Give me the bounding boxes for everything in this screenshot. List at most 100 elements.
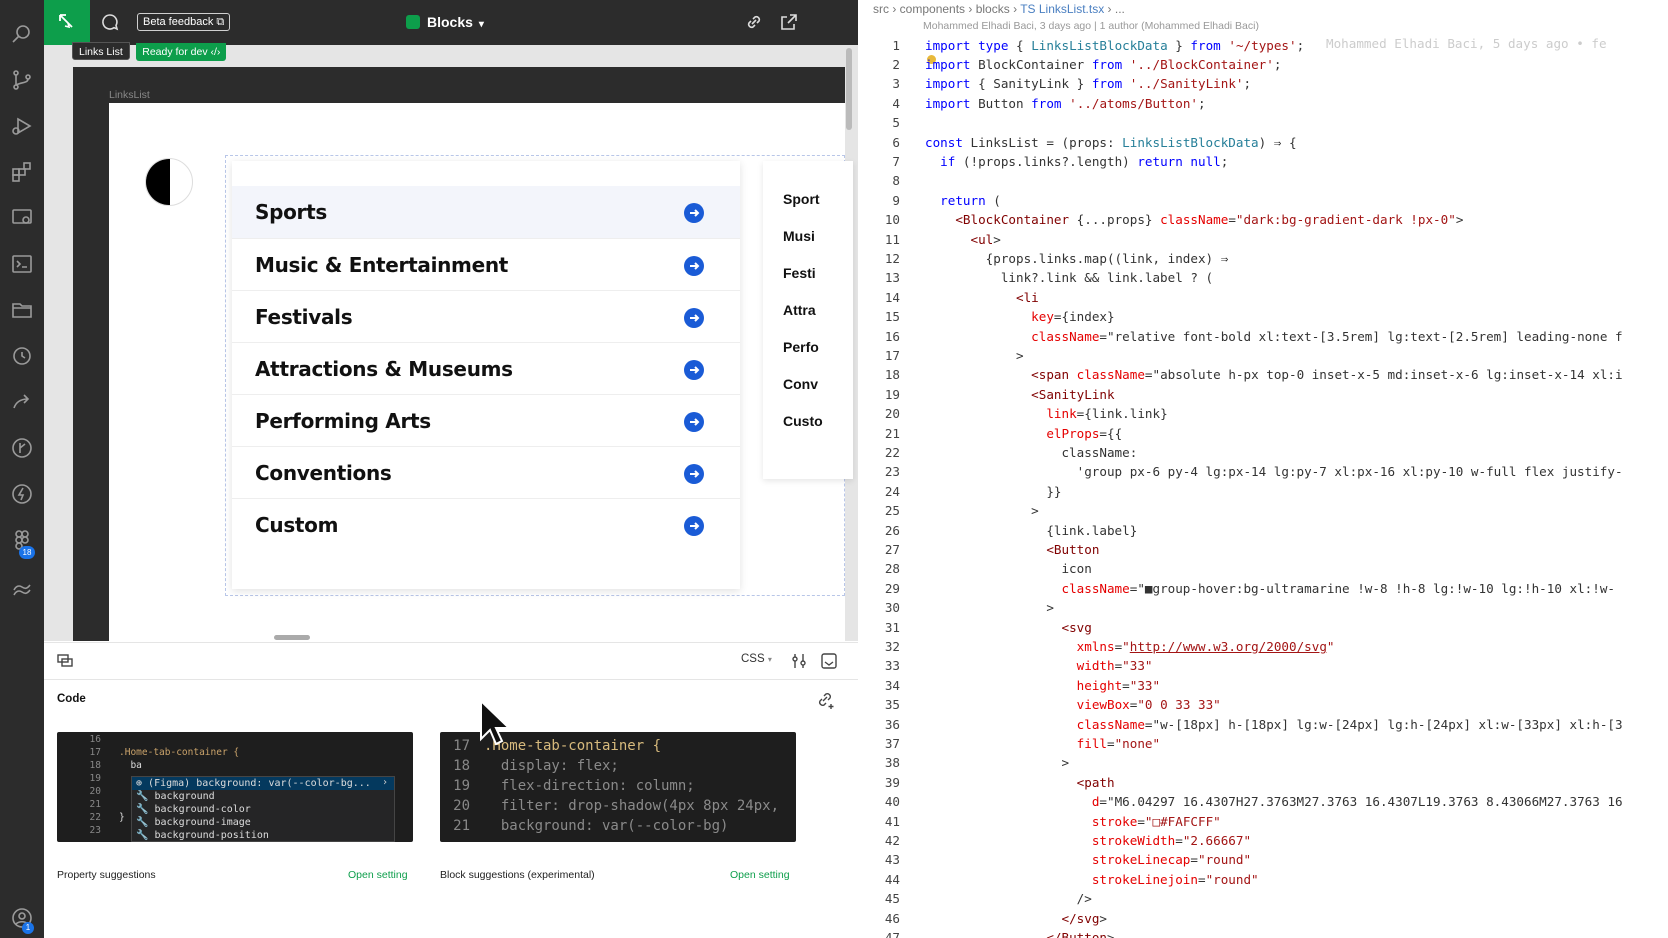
arrow-right-icon[interactable] bbox=[684, 308, 704, 328]
lightning-icon[interactable] bbox=[10, 482, 34, 506]
code-text: className="■group-hover:bg-ultramarine !… bbox=[1061, 580, 1615, 596]
breadcrumb-item[interactable]: src bbox=[873, 2, 889, 16]
code-text: if (!props.links?.length) return null; bbox=[940, 153, 1229, 169]
list-item[interactable]: Performing Arts bbox=[232, 394, 740, 446]
autocomplete-item[interactable]: 🔧 background-color bbox=[136, 804, 251, 815]
arrow-right-icon[interactable] bbox=[684, 516, 704, 536]
list-item[interactable]: Music & Entertainment bbox=[232, 238, 740, 290]
arrow-right-icon[interactable] bbox=[684, 464, 704, 484]
layers-icon[interactable] bbox=[56, 653, 74, 669]
add-link-icon[interactable] bbox=[816, 690, 836, 710]
breadcrumb-item[interactable]: blocks bbox=[976, 2, 1010, 16]
file-title-dropdown[interactable]: Blocks ▾ bbox=[406, 12, 484, 32]
language-dropdown[interactable]: CSS ▾ bbox=[741, 653, 772, 665]
blame-header[interactable]: Mohammed Elhadi Baci, 3 days ago | 1 aut… bbox=[923, 20, 1259, 32]
mini-link: Sport bbox=[783, 191, 820, 207]
link-label: Performing Arts bbox=[255, 409, 431, 433]
open-setting-link[interactable]: Open setting bbox=[730, 869, 790, 881]
list-item[interactable]: Custom bbox=[232, 498, 740, 550]
code-text: link={link.link} bbox=[1046, 406, 1168, 422]
list-item[interactable]: Attractions & Museums bbox=[232, 342, 740, 394]
remote-explorer-icon[interactable] bbox=[10, 206, 34, 230]
autocomplete-item[interactable]: 🔧 background-position bbox=[136, 830, 269, 841]
tailwind-icon[interactable] bbox=[10, 578, 34, 602]
timeline-icon[interactable] bbox=[10, 344, 34, 368]
line-number: 37 bbox=[884, 735, 900, 751]
frame-tags: Links List Ready for dev ‹/› bbox=[72, 42, 227, 61]
autocomplete-item[interactable]: 🔧 background bbox=[136, 791, 215, 802]
line-number: 31 bbox=[884, 619, 900, 635]
run-debug-icon[interactable] bbox=[10, 114, 34, 138]
beta-feedback-button[interactable]: Beta feedback ⧉ bbox=[137, 13, 231, 31]
line-number: 34 bbox=[884, 677, 900, 693]
code-editor[interactable]: src › components › blocks › TS LinksList… bbox=[858, 0, 1668, 938]
mini-link: Conv bbox=[783, 376, 818, 392]
code-text: elProps={{ bbox=[1046, 425, 1123, 441]
breadcrumb-item[interactable]: components bbox=[900, 2, 965, 16]
line-number: 21 bbox=[89, 799, 101, 810]
autocomplete-item[interactable]: 🔧 background-image bbox=[136, 817, 251, 828]
open-setting-link[interactable]: Open setting bbox=[348, 869, 408, 881]
arrow-right-icon[interactable] bbox=[684, 256, 704, 276]
component-preview[interactable]: Sports Music & Entertainment Festivals A… bbox=[109, 103, 853, 641]
settings-sliders-icon[interactable] bbox=[790, 652, 808, 670]
links-list-card-variant[interactable]: Sport Musi Festi Attra Perfo Conv Custo bbox=[763, 161, 853, 479]
list-item[interactable]: Conventions bbox=[232, 446, 740, 498]
comment-icon[interactable] bbox=[100, 12, 120, 32]
open-external-icon[interactable] bbox=[779, 12, 799, 32]
arrow-right-icon[interactable] bbox=[684, 360, 704, 380]
links-list-card[interactable]: Sports Music & Entertainment Festivals A… bbox=[232, 161, 740, 589]
design-canvas[interactable]: Links List Ready for dev ‹/› LinksList S… bbox=[44, 42, 858, 641]
autocomplete-item[interactable]: ⊕ (Figma) background: var(--color-bg... bbox=[136, 778, 371, 789]
code-text: link?.link && link.label ? ( bbox=[925, 270, 1214, 286]
ready-for-dev-tag[interactable]: Ready for dev ‹/› bbox=[136, 43, 227, 61]
git-graph-icon[interactable] bbox=[10, 436, 34, 460]
folder-icon[interactable] bbox=[10, 298, 34, 322]
code-text: > bbox=[925, 755, 1070, 771]
horizontal-scrollbar[interactable] bbox=[274, 635, 310, 640]
figma-panel: Beta feedback ⧉ Blocks ▾ Links List Ready… bbox=[44, 0, 858, 938]
line-number: 41 bbox=[884, 813, 900, 829]
divider bbox=[44, 679, 858, 680]
code-text: strokeLinecap="round" bbox=[1091, 852, 1252, 868]
code-text: key={index} bbox=[1031, 309, 1115, 325]
code-text: 'group px-6 py-4 lg:px-14 lg:py-7 xl:px-… bbox=[925, 464, 1623, 480]
block-suggestions-code[interactable]: 17 .Home-tab-container { 18 display: flex… bbox=[440, 732, 796, 842]
code-text: import BlockContainer from '../BlockCont… bbox=[925, 56, 1282, 72]
code-text: <li bbox=[1016, 289, 1039, 305]
property-suggestions-code[interactable]: 16 17 .Home-tab-container { 18 ba 19 20 2… bbox=[57, 732, 413, 842]
code-line: display: flex; bbox=[484, 758, 619, 774]
line-number: 18 bbox=[89, 760, 101, 771]
panel-toggle-icon[interactable] bbox=[820, 652, 838, 670]
brand-logo bbox=[145, 158, 193, 206]
live-share-icon[interactable] bbox=[10, 390, 34, 414]
extensions-icon[interactable] bbox=[10, 160, 34, 184]
code-text: import { SanityLink } from '../SanityLin… bbox=[925, 76, 1252, 92]
mini-link: Attra bbox=[783, 302, 816, 318]
file-title: Blocks bbox=[427, 14, 473, 30]
link-icon[interactable] bbox=[744, 12, 764, 32]
chevron-down-icon: ▾ bbox=[478, 19, 484, 30]
move-tool-button[interactable] bbox=[44, 0, 90, 45]
code-text: return ( bbox=[940, 192, 1001, 208]
search-icon[interactable] bbox=[10, 22, 34, 46]
arrow-right-icon[interactable] bbox=[684, 412, 704, 432]
list-item[interactable]: Festivals bbox=[232, 290, 740, 342]
inline-blame: Mohammed Elhadi Baci, 5 days ago • fe bbox=[1326, 36, 1607, 51]
list-item[interactable]: Sports bbox=[232, 186, 740, 238]
breadcrumb-item[interactable]: ... bbox=[1115, 2, 1125, 16]
vertical-scrollbar[interactable] bbox=[846, 48, 852, 130]
arrow-right-icon[interactable] bbox=[684, 203, 704, 223]
code-text: <Button bbox=[1046, 541, 1100, 557]
mini-link: Perfo bbox=[783, 339, 819, 355]
breadcrumb-item[interactable]: TS LinksList.tsx bbox=[1020, 2, 1104, 16]
source-control-icon[interactable] bbox=[10, 68, 34, 92]
autocomplete-popup[interactable]: ⊕ (Figma) background: var(--color-bg... … bbox=[131, 776, 395, 842]
line-number: 39 bbox=[884, 774, 900, 790]
mouse-cursor bbox=[478, 698, 512, 747]
code-text: className="w-[18px] h-[18px] lg:w-[24px]… bbox=[1076, 716, 1623, 732]
frame-name-tag[interactable]: Links List bbox=[72, 42, 130, 60]
code-text: height="33" bbox=[1076, 677, 1161, 693]
terminal-icon[interactable] bbox=[10, 252, 34, 276]
mini-link: Musi bbox=[783, 228, 815, 244]
